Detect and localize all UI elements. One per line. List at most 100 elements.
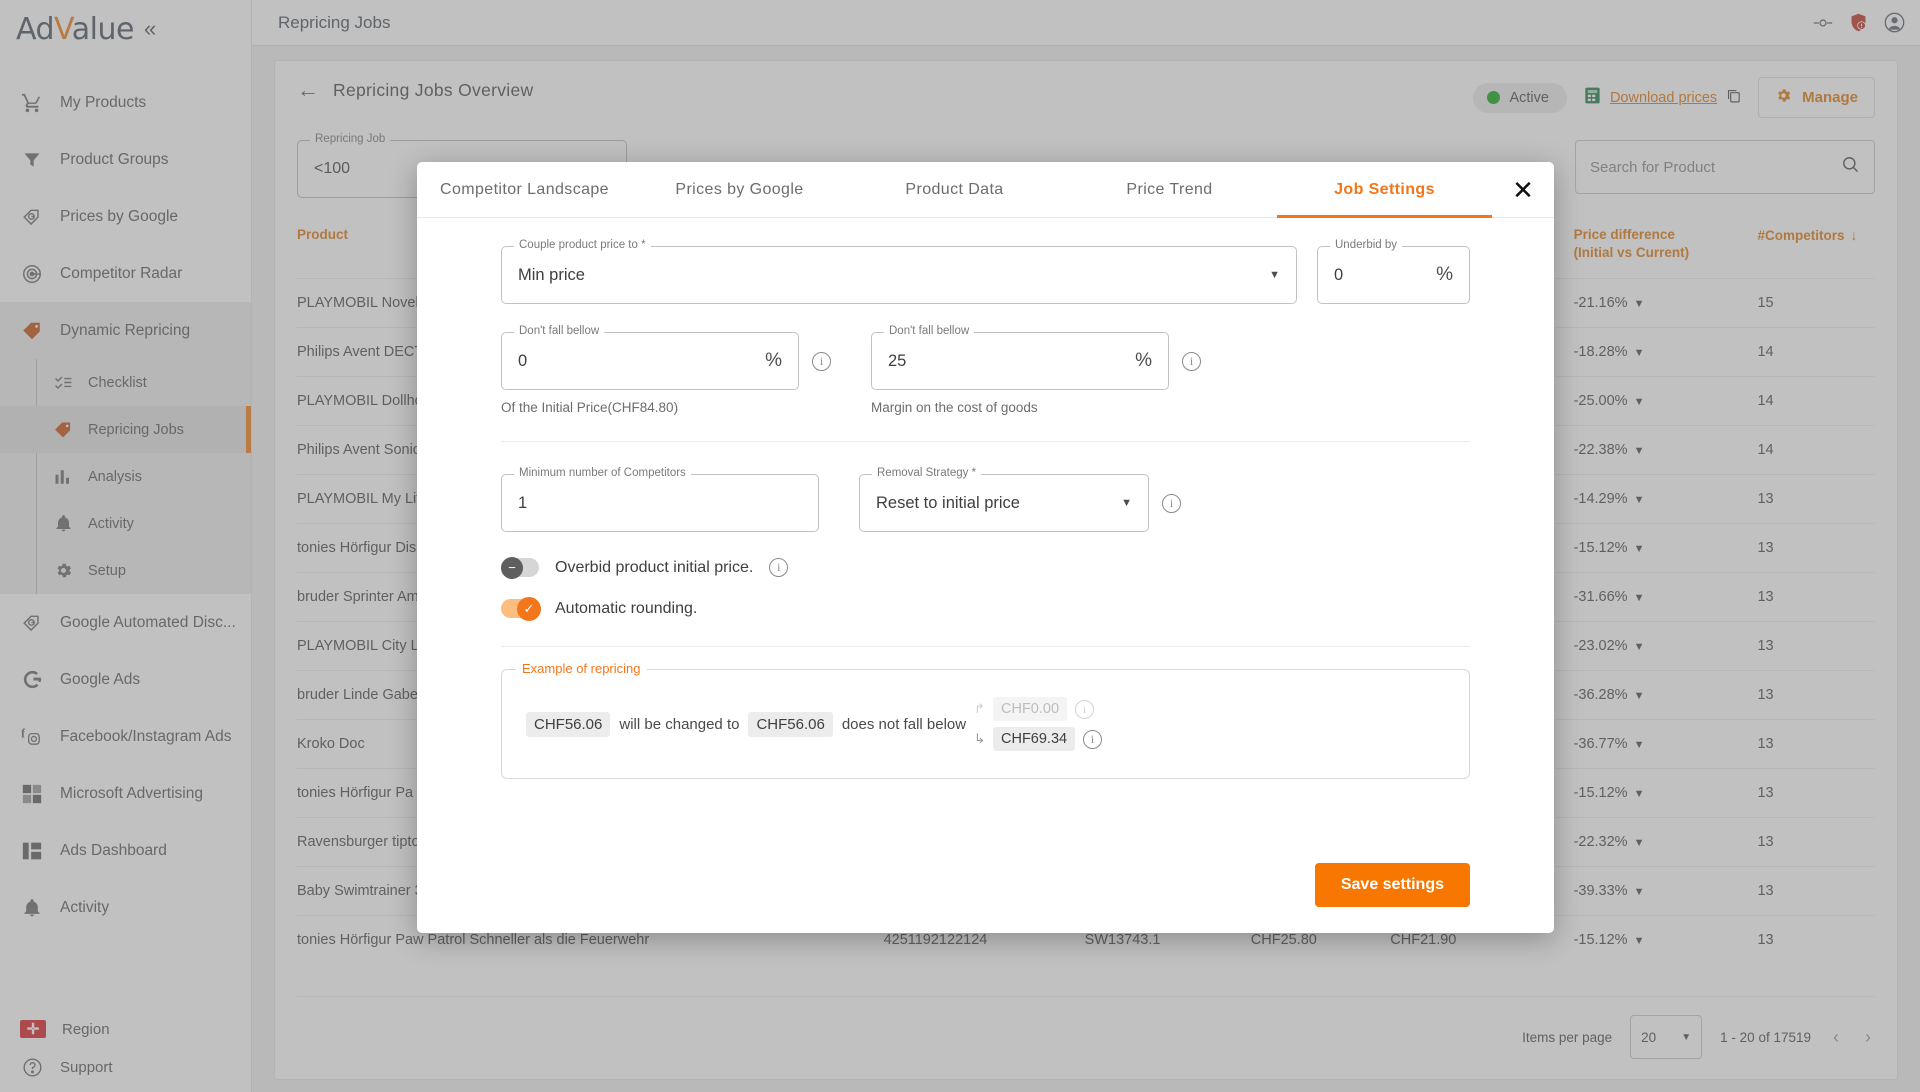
competitors-strategy-row: Minimum number of Competitors 1 Removal … xyxy=(501,467,1470,532)
sidebar-item-ads-dashboard[interactable]: Ads Dashboard xyxy=(0,822,251,879)
tab-job-settings[interactable]: Job Settings xyxy=(1277,162,1492,218)
cell-competitors: 13 xyxy=(1757,817,1875,867)
back-to-overview[interactable]: ← Repricing Jobs Overview xyxy=(297,79,533,101)
next-page-button[interactable]: › xyxy=(1861,1027,1875,1048)
repricing-job-value: <100 xyxy=(314,160,351,177)
tab-prices-by-google[interactable]: Prices by Google xyxy=(632,162,847,217)
sidebar-item-analysis[interactable]: Analysis xyxy=(0,453,251,500)
cell-diff: -31.66% ▼ xyxy=(1573,572,1758,622)
sidebar-item-google-ads[interactable]: Google Ads xyxy=(0,651,251,708)
info-icon[interactable]: i xyxy=(1162,493,1181,513)
search-icon[interactable] xyxy=(1841,155,1860,179)
competitors-label: #Competitors xyxy=(1757,228,1845,243)
previous-page-button[interactable]: ‹ xyxy=(1829,1027,1843,1048)
status-badge[interactable]: Active xyxy=(1473,82,1567,113)
card-header-actions: Active Download prices Manage xyxy=(1473,77,1875,118)
cell-diff: -18.28% ▼ xyxy=(1573,327,1758,377)
brand-logo[interactable]: AdValue « xyxy=(0,6,251,52)
link-icon[interactable] xyxy=(1812,12,1834,34)
sidebar-item-region[interactable]: ✛ Region xyxy=(0,1010,251,1048)
info-icon[interactable]: i xyxy=(769,558,789,577)
sidebar-item-activity-bottom[interactable]: Activity xyxy=(0,879,251,936)
cell-competitors: 13 xyxy=(1757,572,1875,622)
save-settings-button[interactable]: Save settings xyxy=(1314,863,1470,907)
info-icon[interactable]: i xyxy=(1182,351,1201,371)
example-limits: ↱ CHF0.00 i ↳ CHF69.34 i xyxy=(974,697,1103,751)
sidebar-item-label: Google Automated Disc... xyxy=(60,613,236,631)
job-settings-modal: Competitor Landscape Prices by Google Pr… xyxy=(417,162,1554,933)
copy-icon[interactable] xyxy=(1725,87,1742,109)
tab-price-trend[interactable]: Price Trend xyxy=(1062,162,1277,217)
sidebar-item-facebook-instagram-ads[interactable]: f Facebook/Instagram Ads xyxy=(0,708,251,765)
items-per-page-value: 20 xyxy=(1641,1029,1657,1045)
price-difference-line1: Price difference xyxy=(1573,227,1675,242)
microsoft-squares-icon xyxy=(20,782,44,806)
sidebar-item-support[interactable]: Support xyxy=(0,1048,251,1086)
underbid-by-input[interactable]: Underbid by 0 % xyxy=(1317,239,1470,304)
close-icon[interactable]: ✕ xyxy=(1492,162,1554,217)
spreadsheet-icon xyxy=(1583,86,1602,110)
chevron-down-icon: ▼ xyxy=(1121,497,1132,509)
tab-product-data[interactable]: Product Data xyxy=(847,162,1062,217)
search-input-placeholder: Search for Product xyxy=(1590,158,1716,176)
items-per-page-label: Items per page xyxy=(1522,1029,1613,1045)
underbid-by-legend: Underbid by xyxy=(1330,239,1403,251)
sidebar-item-repricing-jobs[interactable]: Repricing Jobs xyxy=(0,406,251,453)
info-icon[interactable]: i xyxy=(1075,699,1095,719)
page-title: Repricing Jobs xyxy=(278,12,391,32)
sidebar-item-microsoft-advertising[interactable]: Microsoft Advertising xyxy=(0,765,251,822)
info-icon[interactable]: i xyxy=(1083,729,1103,749)
cell-competitors: 13 xyxy=(1757,719,1875,769)
sidebar-item-dynamic-repricing[interactable]: Dynamic Repricing xyxy=(0,302,251,359)
removal-strategy-legend: Removal Strategy * xyxy=(872,467,982,479)
tab-competitor-landscape[interactable]: Competitor Landscape xyxy=(417,162,632,217)
page-range: 1 - 20 of 17519 xyxy=(1720,1029,1811,1045)
cell-diff: -22.32% ▼ xyxy=(1573,817,1758,867)
items-per-page-select[interactable]: 20 ▼ xyxy=(1630,1015,1703,1059)
sidebar-item-my-products[interactable]: My Products xyxy=(0,74,251,131)
dont-fall-below-row: Don't fall bellow 0 % i Of the Initial P… xyxy=(501,325,1470,415)
bar-chart-icon xyxy=(52,466,74,488)
dont-fall-below-initial-input[interactable]: Don't fall bellow 0 % xyxy=(501,325,799,390)
collapse-sidebar-icon[interactable]: « xyxy=(144,18,156,40)
google-g-icon xyxy=(20,668,44,692)
sidebar-item-checklist[interactable]: Checklist xyxy=(0,359,251,406)
cell-competitors: 13 xyxy=(1757,474,1875,524)
removal-strategy-group: Removal Strategy * Reset to initial pric… xyxy=(859,467,1181,532)
cell-competitors: 13 xyxy=(1757,768,1875,818)
toggle-knob-off-icon: − xyxy=(501,556,523,579)
cell-diff: -36.77% ▼ xyxy=(1573,719,1758,769)
cell-competitors: 14 xyxy=(1757,425,1875,475)
example-legend: Example of repricing xyxy=(516,661,647,676)
shield-alert-icon[interactable] xyxy=(1848,12,1869,33)
couple-product-price-select[interactable]: Couple product price to * Min price ▼ xyxy=(501,239,1297,304)
overbid-toggle[interactable]: − xyxy=(501,556,539,579)
minimum-competitors-input[interactable]: Minimum number of Competitors 1 xyxy=(501,467,819,532)
cell-competitors: 13 xyxy=(1757,866,1875,916)
sidebar-item-setup[interactable]: Setup xyxy=(0,547,251,594)
branch-up-icon: ↱ xyxy=(974,701,985,716)
sidebar-item-activity[interactable]: Activity xyxy=(0,500,251,547)
cell-competitors: 14 xyxy=(1757,327,1875,377)
download-prices-link[interactable]: Download prices xyxy=(1583,86,1742,110)
status-label: Active xyxy=(1509,89,1549,106)
brand-wordmark: AdValue xyxy=(16,12,134,47)
account-circle-icon[interactable] xyxy=(1883,11,1906,34)
column-header-price-difference[interactable]: Price difference (Initial vs Current) xyxy=(1574,226,1758,279)
automatic-rounding-toggle[interactable]: ✓ xyxy=(501,596,541,621)
column-header-competitors[interactable]: #Competitors ↓ xyxy=(1757,226,1875,279)
sidebar-item-google-automated-discovery[interactable]: Google Automated Disc... xyxy=(0,594,251,651)
removal-strategy-select[interactable]: Removal Strategy * Reset to initial pric… xyxy=(859,467,1149,532)
sidebar-item-product-groups[interactable]: Product Groups xyxy=(0,131,251,188)
dont-fall-below-initial-group: Don't fall bellow 0 % i Of the Initial P… xyxy=(501,325,831,415)
underbid-by-value: 0 xyxy=(1334,265,1344,284)
manage-button[interactable]: Manage xyxy=(1758,77,1875,118)
paginator: Items per page 20 ▼ 1 - 20 of 17519 ‹ › xyxy=(297,996,1875,1059)
search-input-wrapper[interactable]: Search for Product xyxy=(1575,140,1875,194)
dont-fall-below-margin-input[interactable]: Don't fall bellow 25 % xyxy=(871,325,1169,390)
sidebar-item-prices-by-google[interactable]: Prices by Google xyxy=(0,188,251,245)
sidebar-item-competitor-radar[interactable]: Competitor Radar xyxy=(0,245,251,302)
dont-fall-below-initial-legend: Don't fall bellow xyxy=(514,325,605,337)
topbar-actions xyxy=(1812,11,1906,34)
info-icon[interactable]: i xyxy=(812,351,831,371)
